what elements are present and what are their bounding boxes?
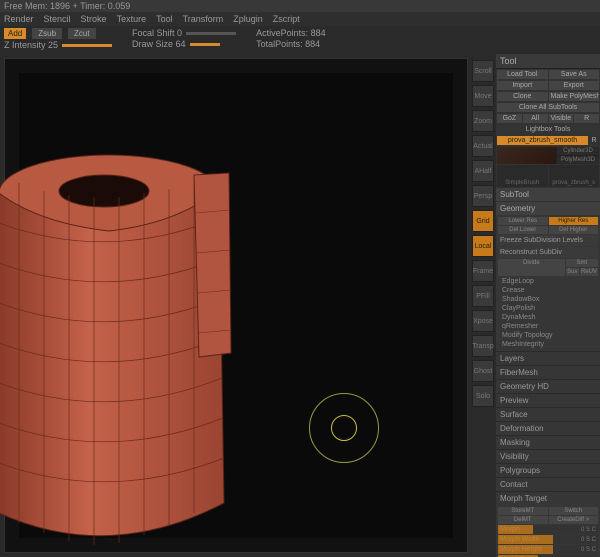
switch-button[interactable]: Switch bbox=[549, 507, 599, 515]
del-lower-button[interactable]: Del Lower bbox=[498, 226, 548, 234]
subtool-header[interactable]: SubTool bbox=[496, 188, 600, 201]
ghost-icon[interactable]: Ghost bbox=[472, 360, 494, 382]
focal-shift-label: Focal Shift 0 bbox=[132, 28, 182, 38]
goz-all-button[interactable]: All bbox=[523, 114, 548, 123]
acc-contact[interactable]: Contact bbox=[496, 477, 600, 491]
morph-target-header[interactable]: Morph Target bbox=[496, 491, 600, 505]
move-icon[interactable]: Move bbox=[472, 85, 494, 107]
smt-toggle[interactable]: Smt bbox=[566, 259, 598, 267]
acc-preview[interactable]: Preview bbox=[496, 393, 600, 407]
zoom-icon[interactable]: Zoom bbox=[472, 110, 494, 132]
clone-all-button[interactable]: Clone All SubTools bbox=[497, 103, 599, 112]
reconstruct-subdiv-button[interactable]: Reconstruct SubDiv bbox=[498, 247, 598, 258]
acc-layers[interactable]: Layers bbox=[496, 351, 600, 365]
menu-render[interactable]: Render bbox=[4, 14, 34, 24]
zadd-toggle[interactable]: Add bbox=[4, 28, 26, 39]
thumb-polymesh[interactable]: PolyMesh3D bbox=[557, 156, 599, 164]
morph-width-slider[interactable]: Morph Width0 S C bbox=[498, 535, 598, 544]
focal-shift-slider[interactable] bbox=[186, 32, 236, 35]
del-higher-button[interactable]: Del Higher bbox=[549, 226, 599, 234]
actual-icon[interactable]: Actual bbox=[472, 135, 494, 157]
geo-shadowbox[interactable]: ShadowBox bbox=[498, 295, 598, 304]
mesh-cylinder bbox=[0, 113, 259, 553]
scroll-icon[interactable]: Scroll bbox=[472, 60, 494, 82]
menu-tool[interactable]: Tool bbox=[156, 14, 173, 24]
draw-size-slider[interactable] bbox=[190, 43, 220, 46]
reuv-toggle[interactable]: ReUV bbox=[580, 268, 598, 276]
menu-stroke[interactable]: Stroke bbox=[81, 14, 107, 24]
solo-icon[interactable]: Solo bbox=[472, 385, 494, 407]
transp-icon[interactable]: Transp bbox=[472, 335, 494, 357]
tool-thumbnail[interactable] bbox=[497, 147, 556, 164]
polyframe-icon[interactable]: PFill bbox=[472, 285, 494, 307]
save-as-button[interactable]: Save As bbox=[549, 70, 600, 79]
tool-panel: Tool Load ToolSave As ImportExport Clone… bbox=[496, 54, 600, 557]
zsub-toggle[interactable]: Zsub bbox=[32, 28, 62, 39]
z-intensity-slider[interactable] bbox=[62, 44, 112, 47]
goz-button[interactable]: GoZ bbox=[497, 114, 522, 123]
title-bar: Free Mem: 1896 + Timer: 0.059 bbox=[4, 1, 130, 11]
tool-header[interactable]: Tool bbox=[496, 54, 600, 69]
menu-zscript[interactable]: Zscript bbox=[273, 14, 300, 24]
grid-icon[interactable]: Grid bbox=[472, 210, 494, 232]
storemt-button[interactable]: StoreMT bbox=[498, 507, 548, 515]
lower-res-button[interactable]: Lower Res bbox=[498, 217, 548, 225]
acc-masking[interactable]: Masking bbox=[496, 435, 600, 449]
creatediff-button[interactable]: CreateDiff > bbox=[549, 516, 599, 524]
geo-crease[interactable]: Crease bbox=[498, 286, 598, 295]
geo-claypolish[interactable]: ClayPolish bbox=[498, 304, 598, 313]
draw-size-label: Draw Size 64 bbox=[132, 39, 186, 49]
goz-visible-button[interactable]: Visible bbox=[549, 114, 574, 123]
persp-icon[interactable]: Persp bbox=[472, 185, 494, 207]
ahalf-icon[interactable]: AHalf bbox=[472, 160, 494, 182]
geo-meshintegrity[interactable]: MeshIntegrity bbox=[498, 340, 598, 349]
higher-res-button[interactable]: Higher Res bbox=[549, 217, 599, 225]
acc-polygroups[interactable]: Polygroups bbox=[496, 463, 600, 477]
xpose-icon[interactable]: Xpose bbox=[472, 310, 494, 332]
geo-dynamesh[interactable]: DynaMesh bbox=[498, 313, 598, 322]
acc-geometryhd[interactable]: Geometry HD bbox=[496, 379, 600, 393]
morph-height-slider[interactable]: Morph Height0 S C bbox=[498, 545, 598, 554]
local-icon[interactable]: Local bbox=[472, 235, 494, 257]
brush-cursor-icon bbox=[309, 393, 379, 463]
clone-button[interactable]: Clone bbox=[497, 92, 548, 101]
geometry-header[interactable]: Geometry bbox=[496, 202, 600, 215]
active-tool[interactable]: prova_zbrush_smooth bbox=[497, 136, 588, 145]
suv-toggle[interactable]: Suv bbox=[566, 268, 579, 276]
acc-surface[interactable]: Surface bbox=[496, 407, 600, 421]
export-button[interactable]: Export bbox=[549, 81, 600, 90]
morph-slider[interactable]: Morph0 S C bbox=[498, 525, 598, 534]
acc-fibermesh[interactable]: FiberMesh bbox=[496, 365, 600, 379]
viewport[interactable] bbox=[4, 58, 468, 553]
freeze-subdiv-button[interactable]: Freeze SubDivision Levels bbox=[498, 235, 598, 246]
menu-transform[interactable]: Transform bbox=[183, 14, 224, 24]
acc-visibility[interactable]: Visibility bbox=[496, 449, 600, 463]
divide-button[interactable]: Divide bbox=[498, 259, 565, 276]
acc-deformation[interactable]: Deformation bbox=[496, 421, 600, 435]
thumb-simplebrush[interactable]: SimpleBrush bbox=[497, 165, 548, 187]
active-points: ActivePoints: 884 bbox=[256, 28, 326, 38]
thumb-cylinder[interactable]: Cylinder3D bbox=[557, 147, 599, 155]
goz-r-button[interactable]: R bbox=[574, 114, 599, 123]
geo-edgeloop[interactable]: EdgeLoop bbox=[498, 277, 598, 286]
thumb-prova[interactable]: prova_zbrush_s bbox=[549, 165, 600, 187]
import-button[interactable]: Import bbox=[497, 81, 548, 90]
menu-bar: Render Stencil Stroke Texture Tool Trans… bbox=[0, 12, 600, 26]
load-tool-button[interactable]: Load Tool bbox=[497, 70, 548, 79]
z-intensity-label: Z Intensity 25 bbox=[4, 40, 58, 50]
delmt-button[interactable]: DelMT bbox=[498, 516, 548, 524]
total-points: TotalPoints: 884 bbox=[256, 39, 326, 49]
menu-texture[interactable]: Texture bbox=[117, 14, 147, 24]
r-button[interactable]: R bbox=[589, 136, 599, 145]
lightbox-tools-label: Lightbox Tools bbox=[497, 125, 599, 134]
zcut-toggle[interactable]: Zcut bbox=[68, 28, 96, 39]
viewport-toolbar: Scroll Move Zoom Actual AHalf Persp Grid… bbox=[470, 54, 496, 557]
geo-modify-topology[interactable]: Modify Topology bbox=[498, 331, 598, 340]
make-polymesh-button[interactable]: Make PolyMesh3D bbox=[549, 92, 600, 101]
menu-stencil[interactable]: Stencil bbox=[44, 14, 71, 24]
menu-zplugin[interactable]: Zplugin bbox=[233, 14, 263, 24]
geo-qremesher[interactable]: qRemesher bbox=[498, 322, 598, 331]
frame-icon[interactable]: Frame bbox=[472, 260, 494, 282]
